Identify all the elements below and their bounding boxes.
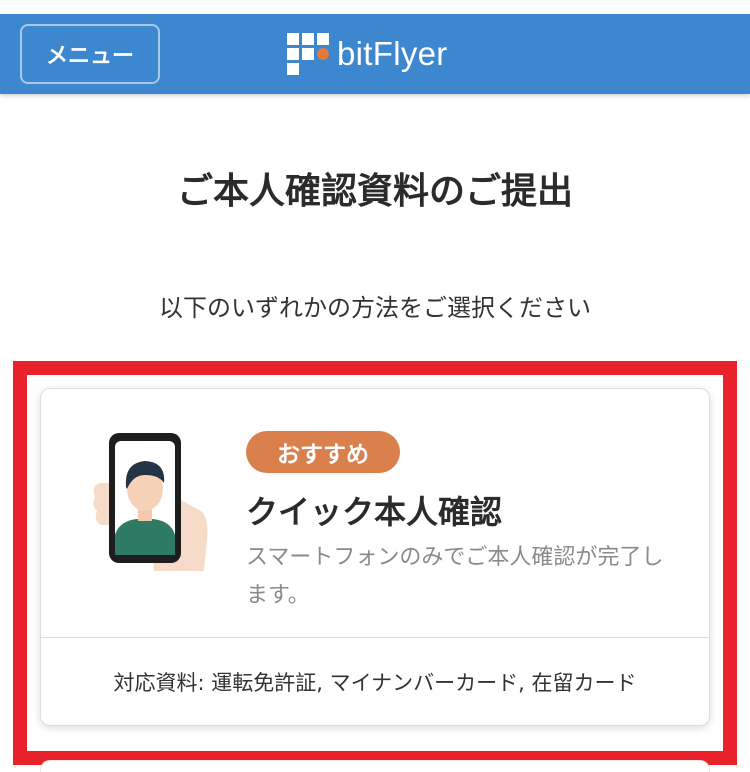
card-description: スマートフォンのみでご本人確認が完了します。	[246, 545, 664, 608]
supported-documents-text: 対応資料: 運転免許証, マイナンバーカード, 在留カード	[113, 671, 637, 695]
smartphone-selfie-icon	[93, 433, 208, 571]
page-title: ご本人確認資料のご提出	[176, 171, 573, 212]
recommended-badge: おすすめ	[246, 431, 400, 473]
card-divider	[41, 637, 709, 638]
logo-text: bitFlyer	[337, 35, 448, 72]
instructions-text: 以下のいずれかの方法をご選択ください	[159, 294, 591, 322]
card-title: クイック本人確認	[246, 493, 503, 531]
app-header: メニュー bitFlyer	[0, 14, 750, 94]
top-strip	[0, 0, 750, 14]
menu-button[interactable]: メニュー	[20, 24, 160, 84]
bitflyer-logo[interactable]: bitFlyer	[287, 32, 448, 76]
quick-verification-card[interactable]: おすすめ クイック本人確認 スマートフォンのみでご本人確認が完了します。 対応資…	[40, 388, 710, 726]
next-option-card-edge	[40, 760, 710, 772]
bitflyer-logo-mark-icon	[287, 33, 329, 75]
